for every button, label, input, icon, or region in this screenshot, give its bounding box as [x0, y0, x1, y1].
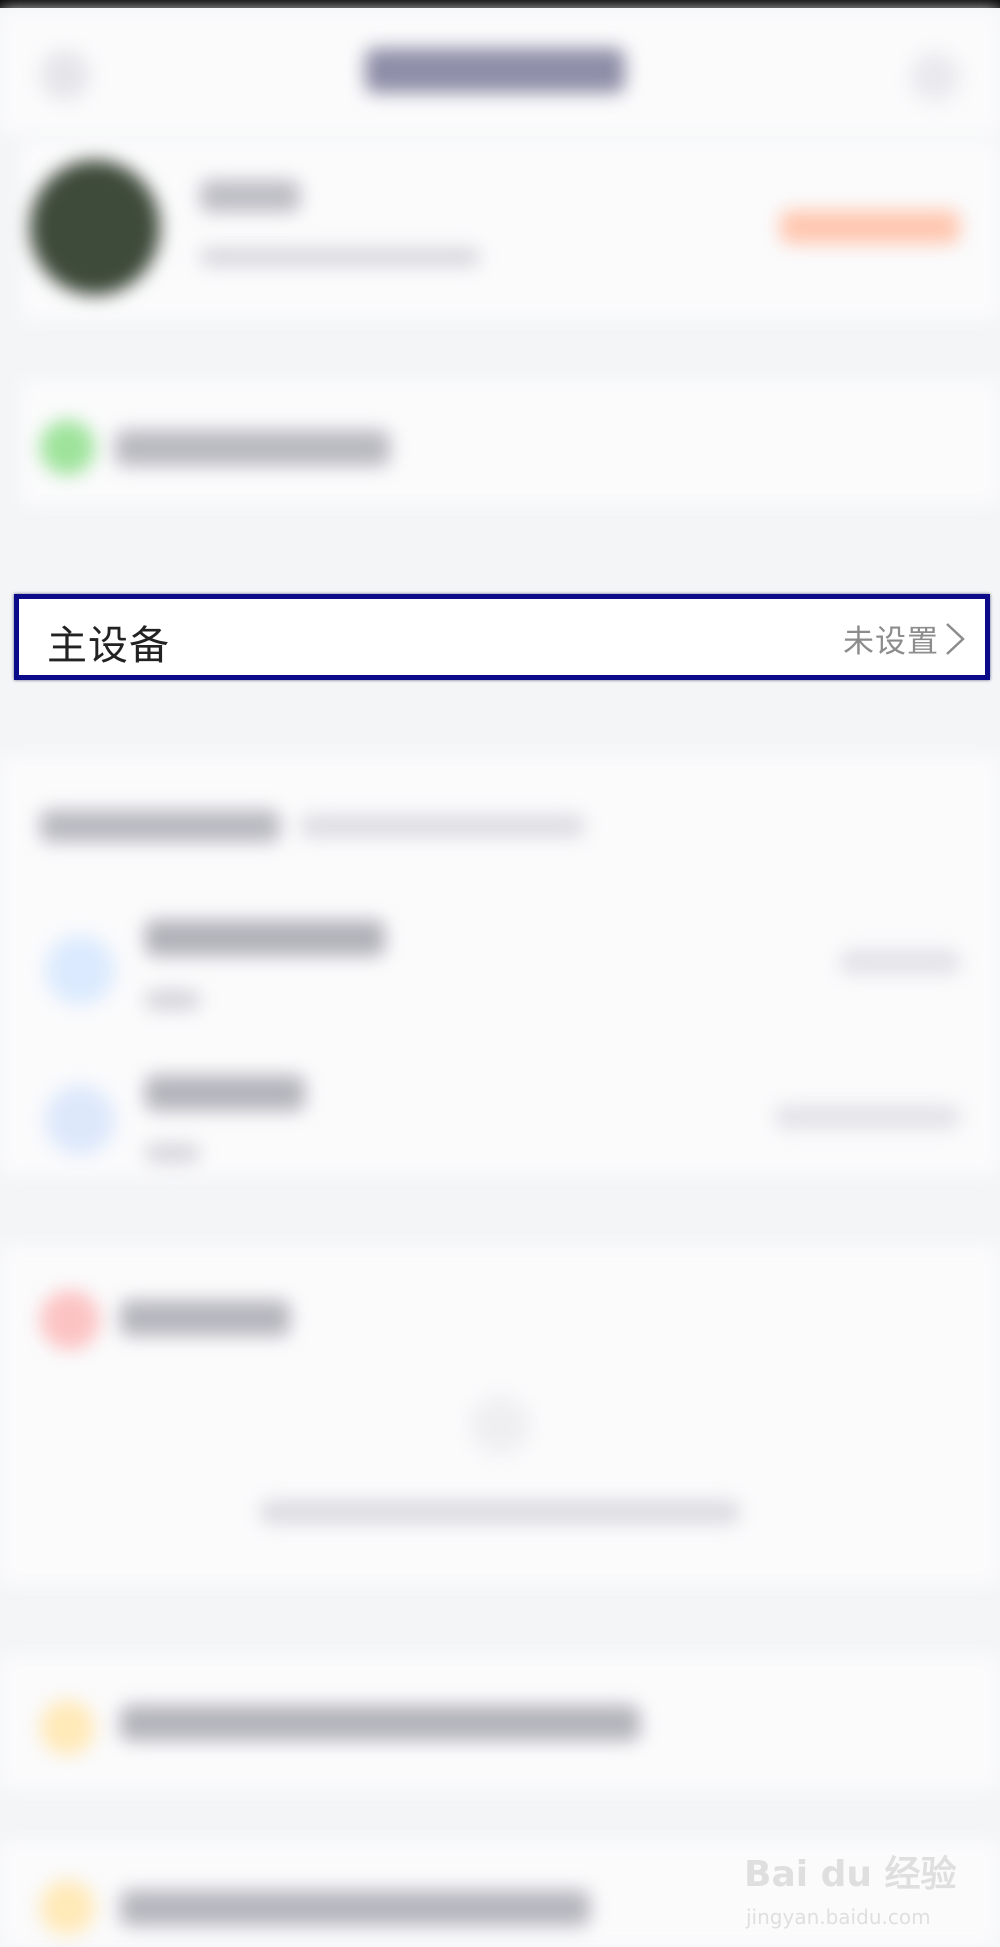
status-text [115, 430, 390, 466]
baidu-jingyan-watermark: Bai du 经验 jingyan.baidu.com [744, 1854, 957, 1929]
device-name [145, 1075, 305, 1111]
device-list-subheader [300, 815, 585, 837]
main-device-label: 主设备 [47, 623, 170, 669]
status-icon [40, 420, 95, 475]
device-sub [145, 990, 200, 1010]
security-title [120, 1300, 290, 1336]
info-text [120, 1890, 590, 1926]
device-status[interactable] [775, 1105, 960, 1129]
main-device-row[interactable]: 主设备 未设置 [14, 594, 990, 680]
device-status[interactable] [840, 950, 960, 974]
profile-action-button[interactable] [780, 210, 960, 244]
device-icon [45, 935, 115, 1005]
more-icon[interactable] [910, 52, 960, 102]
svg-text:Bai du 经验: Bai du 经验 [744, 1854, 957, 1895]
device-list-header [40, 810, 280, 842]
main-device-value: 未设置 [843, 624, 939, 660]
empty-state-text [260, 1500, 740, 1524]
security-icon [40, 1290, 100, 1350]
info-text [120, 1705, 640, 1741]
info-icon [40, 1700, 95, 1755]
device-icon [45, 1085, 115, 1155]
status-bar [0, 0, 1000, 8]
profile-meta [200, 248, 480, 266]
device-name [145, 920, 385, 956]
chevron-right-icon [946, 623, 965, 655]
page-title [365, 48, 625, 93]
empty-state-icon [470, 1395, 530, 1455]
device-sub [145, 1143, 200, 1163]
info-icon [40, 1880, 95, 1935]
svg-text:jingyan.baidu.com: jingyan.baidu.com [745, 1905, 931, 1929]
back-icon[interactable] [40, 50, 90, 100]
avatar [30, 160, 160, 295]
profile-name [200, 180, 300, 212]
